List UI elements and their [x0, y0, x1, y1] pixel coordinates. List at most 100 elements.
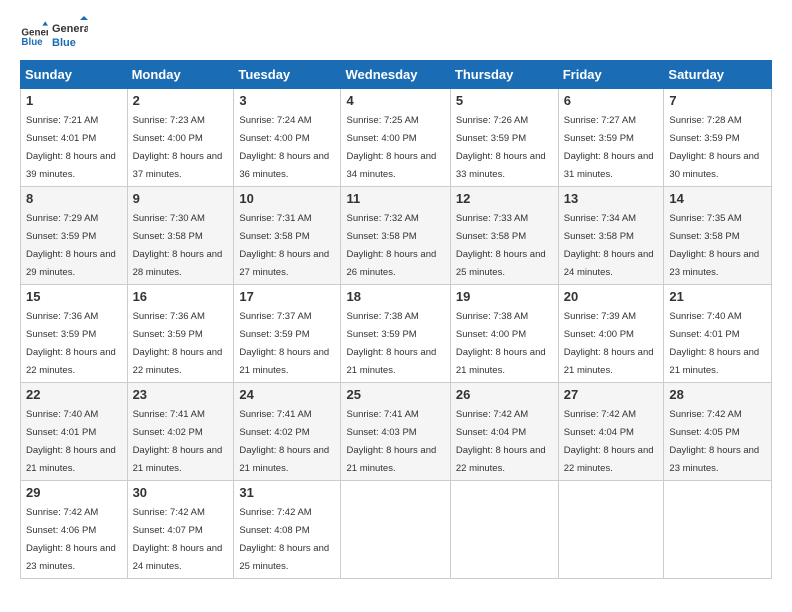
day-info: Sunrise: 7:42 AMSunset: 4:04 PMDaylight:… [564, 409, 654, 474]
day-number: 28 [669, 387, 766, 402]
day-info: Sunrise: 7:27 AMSunset: 3:59 PMDaylight:… [564, 115, 654, 180]
header: General Blue General Blue [20, 16, 772, 52]
day-cell [341, 481, 450, 579]
day-info: Sunrise: 7:32 AMSunset: 3:58 PMDaylight:… [346, 213, 436, 278]
day-cell: 5 Sunrise: 7:26 AMSunset: 3:59 PMDayligh… [450, 89, 558, 187]
day-cell: 21 Sunrise: 7:40 AMSunset: 4:01 PMDaylig… [664, 285, 772, 383]
svg-text:Blue: Blue [52, 37, 76, 49]
weekday-header-thursday: Thursday [450, 61, 558, 89]
logo-icon: General Blue [20, 20, 48, 48]
weekday-header-monday: Monday [127, 61, 234, 89]
day-info: Sunrise: 7:38 AMSunset: 3:59 PMDaylight:… [346, 311, 436, 376]
weekday-header-saturday: Saturday [664, 61, 772, 89]
day-cell: 20 Sunrise: 7:39 AMSunset: 4:00 PMDaylig… [558, 285, 664, 383]
day-number: 29 [26, 485, 122, 500]
day-number: 14 [669, 191, 766, 206]
day-cell: 10 Sunrise: 7:31 AMSunset: 3:58 PMDaylig… [234, 187, 341, 285]
weekday-header-wednesday: Wednesday [341, 61, 450, 89]
day-number: 30 [133, 485, 229, 500]
day-info: Sunrise: 7:41 AMSunset: 4:02 PMDaylight:… [239, 409, 329, 474]
day-number: 24 [239, 387, 335, 402]
day-number: 26 [456, 387, 553, 402]
day-info: Sunrise: 7:26 AMSunset: 3:59 PMDaylight:… [456, 115, 546, 180]
day-number: 31 [239, 485, 335, 500]
day-number: 22 [26, 387, 122, 402]
day-cell: 29 Sunrise: 7:42 AMSunset: 4:06 PMDaylig… [21, 481, 128, 579]
svg-text:Blue: Blue [21, 37, 43, 48]
day-info: Sunrise: 7:40 AMSunset: 4:01 PMDaylight:… [669, 311, 759, 376]
day-cell: 2 Sunrise: 7:23 AMSunset: 4:00 PMDayligh… [127, 89, 234, 187]
day-cell: 4 Sunrise: 7:25 AMSunset: 4:00 PMDayligh… [341, 89, 450, 187]
day-info: Sunrise: 7:38 AMSunset: 4:00 PMDaylight:… [456, 311, 546, 376]
day-number: 16 [133, 289, 229, 304]
day-cell: 8 Sunrise: 7:29 AMSunset: 3:59 PMDayligh… [21, 187, 128, 285]
day-number: 21 [669, 289, 766, 304]
week-row-4: 22 Sunrise: 7:40 AMSunset: 4:01 PMDaylig… [21, 383, 772, 481]
logo: General Blue General Blue [20, 16, 88, 52]
day-info: Sunrise: 7:28 AMSunset: 3:59 PMDaylight:… [669, 115, 759, 180]
day-info: Sunrise: 7:29 AMSunset: 3:59 PMDaylight:… [26, 213, 116, 278]
day-info: Sunrise: 7:36 AMSunset: 3:59 PMDaylight:… [26, 311, 116, 376]
day-info: Sunrise: 7:40 AMSunset: 4:01 PMDaylight:… [26, 409, 116, 474]
day-number: 10 [239, 191, 335, 206]
day-cell: 30 Sunrise: 7:42 AMSunset: 4:07 PMDaylig… [127, 481, 234, 579]
day-cell: 3 Sunrise: 7:24 AMSunset: 4:00 PMDayligh… [234, 89, 341, 187]
day-number: 15 [26, 289, 122, 304]
day-cell: 17 Sunrise: 7:37 AMSunset: 3:59 PMDaylig… [234, 285, 341, 383]
day-cell: 15 Sunrise: 7:36 AMSunset: 3:59 PMDaylig… [21, 285, 128, 383]
day-info: Sunrise: 7:42 AMSunset: 4:06 PMDaylight:… [26, 507, 116, 572]
day-cell [664, 481, 772, 579]
calendar-table: SundayMondayTuesdayWednesdayThursdayFrid… [20, 60, 772, 579]
day-number: 19 [456, 289, 553, 304]
day-info: Sunrise: 7:33 AMSunset: 3:58 PMDaylight:… [456, 213, 546, 278]
day-cell: 7 Sunrise: 7:28 AMSunset: 3:59 PMDayligh… [664, 89, 772, 187]
day-number: 23 [133, 387, 229, 402]
day-cell: 13 Sunrise: 7:34 AMSunset: 3:58 PMDaylig… [558, 187, 664, 285]
day-info: Sunrise: 7:42 AMSunset: 4:04 PMDaylight:… [456, 409, 546, 474]
day-cell: 26 Sunrise: 7:42 AMSunset: 4:04 PMDaylig… [450, 383, 558, 481]
day-cell: 19 Sunrise: 7:38 AMSunset: 4:00 PMDaylig… [450, 285, 558, 383]
day-number: 7 [669, 93, 766, 108]
day-number: 27 [564, 387, 659, 402]
day-info: Sunrise: 7:21 AMSunset: 4:01 PMDaylight:… [26, 115, 116, 180]
day-number: 20 [564, 289, 659, 304]
day-cell: 11 Sunrise: 7:32 AMSunset: 3:58 PMDaylig… [341, 187, 450, 285]
day-number: 12 [456, 191, 553, 206]
day-cell: 14 Sunrise: 7:35 AMSunset: 3:58 PMDaylig… [664, 187, 772, 285]
day-info: Sunrise: 7:42 AMSunset: 4:08 PMDaylight:… [239, 507, 329, 572]
logo-bird-icon: General Blue [52, 16, 88, 52]
day-number: 11 [346, 191, 444, 206]
day-info: Sunrise: 7:31 AMSunset: 3:58 PMDaylight:… [239, 213, 329, 278]
week-row-5: 29 Sunrise: 7:42 AMSunset: 4:06 PMDaylig… [21, 481, 772, 579]
day-cell: 24 Sunrise: 7:41 AMSunset: 4:02 PMDaylig… [234, 383, 341, 481]
day-number: 4 [346, 93, 444, 108]
day-number: 5 [456, 93, 553, 108]
day-cell: 18 Sunrise: 7:38 AMSunset: 3:59 PMDaylig… [341, 285, 450, 383]
day-number: 13 [564, 191, 659, 206]
day-info: Sunrise: 7:39 AMSunset: 4:00 PMDaylight:… [564, 311, 654, 376]
weekday-header-tuesday: Tuesday [234, 61, 341, 89]
day-number: 17 [239, 289, 335, 304]
day-number: 25 [346, 387, 444, 402]
week-row-3: 15 Sunrise: 7:36 AMSunset: 3:59 PMDaylig… [21, 285, 772, 383]
day-cell: 28 Sunrise: 7:42 AMSunset: 4:05 PMDaylig… [664, 383, 772, 481]
day-cell: 22 Sunrise: 7:40 AMSunset: 4:01 PMDaylig… [21, 383, 128, 481]
day-number: 8 [26, 191, 122, 206]
week-row-2: 8 Sunrise: 7:29 AMSunset: 3:59 PMDayligh… [21, 187, 772, 285]
day-info: Sunrise: 7:24 AMSunset: 4:00 PMDaylight:… [239, 115, 329, 180]
day-number: 1 [26, 93, 122, 108]
day-number: 2 [133, 93, 229, 108]
day-cell: 27 Sunrise: 7:42 AMSunset: 4:04 PMDaylig… [558, 383, 664, 481]
day-cell: 25 Sunrise: 7:41 AMSunset: 4:03 PMDaylig… [341, 383, 450, 481]
day-cell: 23 Sunrise: 7:41 AMSunset: 4:02 PMDaylig… [127, 383, 234, 481]
day-cell: 12 Sunrise: 7:33 AMSunset: 3:58 PMDaylig… [450, 187, 558, 285]
day-info: Sunrise: 7:36 AMSunset: 3:59 PMDaylight:… [133, 311, 223, 376]
day-cell: 1 Sunrise: 7:21 AMSunset: 4:01 PMDayligh… [21, 89, 128, 187]
day-info: Sunrise: 7:41 AMSunset: 4:03 PMDaylight:… [346, 409, 436, 474]
day-info: Sunrise: 7:25 AMSunset: 4:00 PMDaylight:… [346, 115, 436, 180]
day-info: Sunrise: 7:30 AMSunset: 3:58 PMDaylight:… [133, 213, 223, 278]
weekday-header-row: SundayMondayTuesdayWednesdayThursdayFrid… [21, 61, 772, 89]
day-info: Sunrise: 7:42 AMSunset: 4:05 PMDaylight:… [669, 409, 759, 474]
day-cell: 6 Sunrise: 7:27 AMSunset: 3:59 PMDayligh… [558, 89, 664, 187]
day-number: 9 [133, 191, 229, 206]
